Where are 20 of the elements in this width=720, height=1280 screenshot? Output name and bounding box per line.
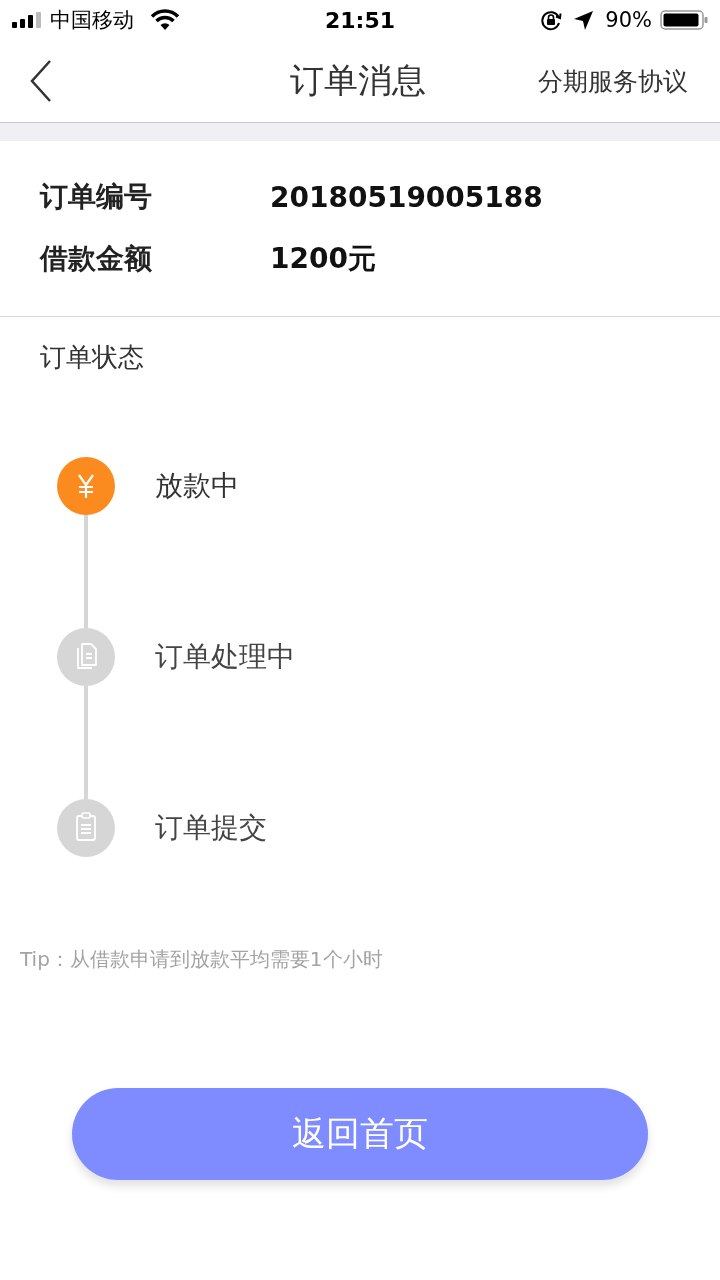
page-title: 订单消息 bbox=[290, 59, 426, 102]
tip-text: Tip：从借款申请到放款平均需要1个小时 bbox=[20, 946, 383, 973]
step-label: 订单处理中 bbox=[155, 639, 295, 675]
battery-percent: 90% bbox=[605, 8, 652, 32]
back-icon[interactable] bbox=[28, 59, 54, 103]
rotation-lock-icon bbox=[540, 9, 563, 31]
step-label: 订单提交 bbox=[155, 810, 267, 846]
location-arrow-icon bbox=[574, 10, 594, 30]
battery-icon bbox=[660, 10, 708, 30]
step-label: 放款中 bbox=[155, 468, 239, 504]
agreement-link[interactable]: 分期服务协议 bbox=[538, 64, 688, 98]
section-title: 订单状态 bbox=[40, 341, 144, 374]
field-value: 20180519005188 bbox=[270, 180, 543, 214]
carrier-name: 中国移动 bbox=[50, 7, 134, 34]
field-value: 1200元 bbox=[270, 241, 376, 277]
signal-icon bbox=[12, 12, 42, 28]
field-label: 借款金额 bbox=[40, 241, 153, 277]
field-label: 订单编号 bbox=[40, 179, 153, 215]
status-time: 21:51 bbox=[325, 7, 395, 33]
wifi-icon bbox=[150, 9, 180, 31]
